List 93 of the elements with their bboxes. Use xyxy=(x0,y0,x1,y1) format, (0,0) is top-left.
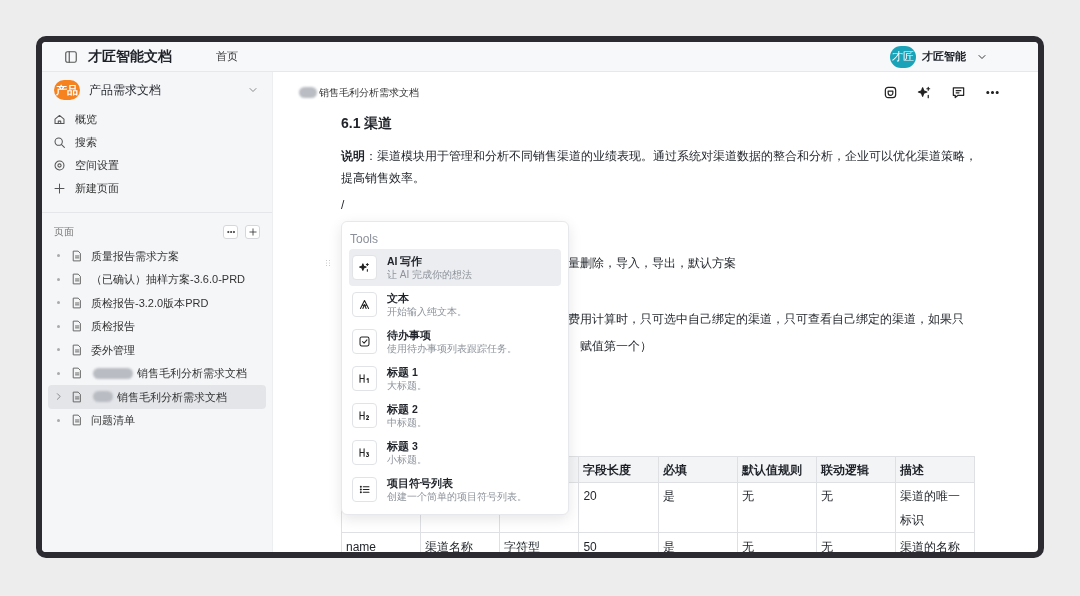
menu-item[interactable]: 待办事项 使用待办事项列表跟踪任务。 xyxy=(349,323,561,360)
letter-icon xyxy=(358,298,371,311)
menu-item-title: 标题 2 xyxy=(387,402,419,416)
page-tree-item[interactable]: 销售毛利分析需求文档 xyxy=(48,361,266,385)
table-cell: 无 xyxy=(737,482,817,533)
home-link[interactable]: 首页 xyxy=(216,48,238,65)
document-icon xyxy=(71,296,83,309)
sparkle-icon[interactable] xyxy=(917,84,932,100)
settings-icon xyxy=(53,159,66,172)
menu-item-hint: 开始输入纯文本。 xyxy=(387,304,467,318)
menu-item-title: 待办事项 xyxy=(387,328,432,342)
menu-item[interactable]: AI 写作 让 AI 完成你的想法 xyxy=(349,249,561,286)
add-page-button[interactable] xyxy=(245,225,260,239)
bullet-icon xyxy=(57,371,60,375)
column-header: 联动逻辑 xyxy=(816,456,896,483)
inbox-icon[interactable] xyxy=(883,84,898,100)
menu-item-hint: 中标题。 xyxy=(387,415,427,429)
document-icon xyxy=(71,367,83,380)
menu-item-hint: 小标题。 xyxy=(387,452,427,466)
app-title: 才匠智能文档 xyxy=(88,47,172,66)
page-tree-item[interactable]: 委外管理 xyxy=(48,338,266,362)
document-icon xyxy=(71,249,83,262)
bullet-icon xyxy=(57,418,60,422)
sidebar-item[interactable]: 搜索 xyxy=(75,134,97,151)
redaction-blur xyxy=(93,391,113,403)
page-tree-item[interactable]: 问题清单 xyxy=(48,408,266,432)
breadcrumb[interactable]: 销售毛利分析需求文档 xyxy=(319,84,419,100)
page-tree-item[interactable]: （已确认）抽样方案-3.6.0-PRD xyxy=(48,267,266,291)
page-tree-item[interactable]: 质检报告 xyxy=(48,314,266,338)
space-avatar: 产品 xyxy=(54,80,80,100)
paragraph-fragment: 赋值第一个） xyxy=(580,338,653,355)
document-icon xyxy=(71,390,83,403)
plus-icon xyxy=(247,227,258,237)
menu-item-hint: 让 AI 完成你的想法 xyxy=(387,267,472,281)
menu-item-title: 项目符号列表 xyxy=(387,476,454,490)
bullet-icon xyxy=(57,324,60,328)
document-icon xyxy=(71,273,83,286)
user-name[interactable]: 才匠智能 xyxy=(922,48,966,65)
table-cell: 是 xyxy=(658,482,738,533)
table-cell: 渠道的唯一标识 xyxy=(895,482,975,533)
section-label: 页面 xyxy=(54,224,74,239)
menu-item[interactable]: 标题 1 大标题。 xyxy=(349,360,561,397)
comment-icon[interactable] xyxy=(951,84,966,100)
menu-item-title: 标题 3 xyxy=(387,439,419,453)
document-icon xyxy=(71,414,83,427)
redaction-blur xyxy=(93,367,133,379)
heading-one-icon xyxy=(358,372,371,385)
bullet-icon xyxy=(57,348,60,352)
menu-item-hint: 创建一个简单的项目符号列表。 xyxy=(387,489,527,503)
heading-two-icon xyxy=(358,409,371,422)
menu-item-title: AI 写作 xyxy=(387,254,424,268)
page-tree-item[interactable]: 销售毛利分析需求文档 xyxy=(48,385,266,409)
sidebar-item[interactable]: 概览 xyxy=(75,111,97,128)
page-tree-item[interactable]: 质量报告需求方案 xyxy=(48,244,266,268)
table-cell: 20 xyxy=(578,482,658,533)
menu-item[interactable]: 标题 2 中标题。 xyxy=(349,397,561,434)
typed-text: / xyxy=(341,197,345,214)
menu-item-hint: 使用待办事项列表跟踪任务。 xyxy=(387,341,517,355)
menu-item-title: 文本 xyxy=(387,291,410,305)
table-cell: 无 xyxy=(816,482,896,533)
description-paragraph: 说明：渠道模块用于管理和分析不同销售渠道的业绩表现。通过系统对渠道数据的整合和分析，企业可以优化渠道策略，提高销售效率。 xyxy=(341,148,978,187)
plus-icon xyxy=(53,182,66,195)
checkbox-icon xyxy=(358,335,371,348)
sidebar-item[interactable]: 新建页面 xyxy=(75,180,119,197)
space-name[interactable]: 产品需求文档 xyxy=(89,81,161,99)
home-icon xyxy=(53,113,66,126)
section-heading: 6.1 渠道 xyxy=(341,114,393,133)
menu-item[interactable]: 标题 3 小标题。 xyxy=(349,434,561,471)
list-icon xyxy=(358,483,371,496)
menu-title: Tools xyxy=(349,231,378,248)
column-header: 描述 xyxy=(895,456,975,483)
bullet-icon xyxy=(57,254,60,258)
menu-item[interactable]: 文本 开始输入纯文本。 xyxy=(349,286,561,323)
sparkle-icon xyxy=(358,261,371,274)
menu-item-hint: 大标题。 xyxy=(387,378,427,392)
bullet-icon xyxy=(57,301,60,305)
paragraph-fragment: 费用计算时，只可选中自己绑定的渠道，只可查看自己绑定的渠道，如果只 xyxy=(568,311,964,328)
column-header: 必填 xyxy=(658,456,738,483)
menu-item-title: 标题 1 xyxy=(387,365,419,379)
bullet-icon xyxy=(57,277,60,281)
page-tree-item[interactable]: 质检报告-3.2.0版本PRD xyxy=(48,291,266,315)
table-cell: name xyxy=(341,532,421,552)
sidebar-item[interactable]: 空间设置 xyxy=(75,157,119,174)
more-button[interactable] xyxy=(223,225,238,239)
menu-item[interactable]: 项目符号列表 创建一个简单的项目符号列表。 xyxy=(349,471,561,508)
document-icon xyxy=(71,320,83,333)
column-header: 默认值规则 xyxy=(737,456,817,483)
paragraph-fragment: 量删除，导入，导出，默认方案 xyxy=(568,255,736,272)
search-icon xyxy=(53,136,66,149)
column-header: 字段长度 xyxy=(578,456,658,483)
document-icon xyxy=(71,343,83,356)
sidebar-toggle-icon[interactable] xyxy=(64,49,78,64)
heading-three-icon xyxy=(358,446,371,459)
